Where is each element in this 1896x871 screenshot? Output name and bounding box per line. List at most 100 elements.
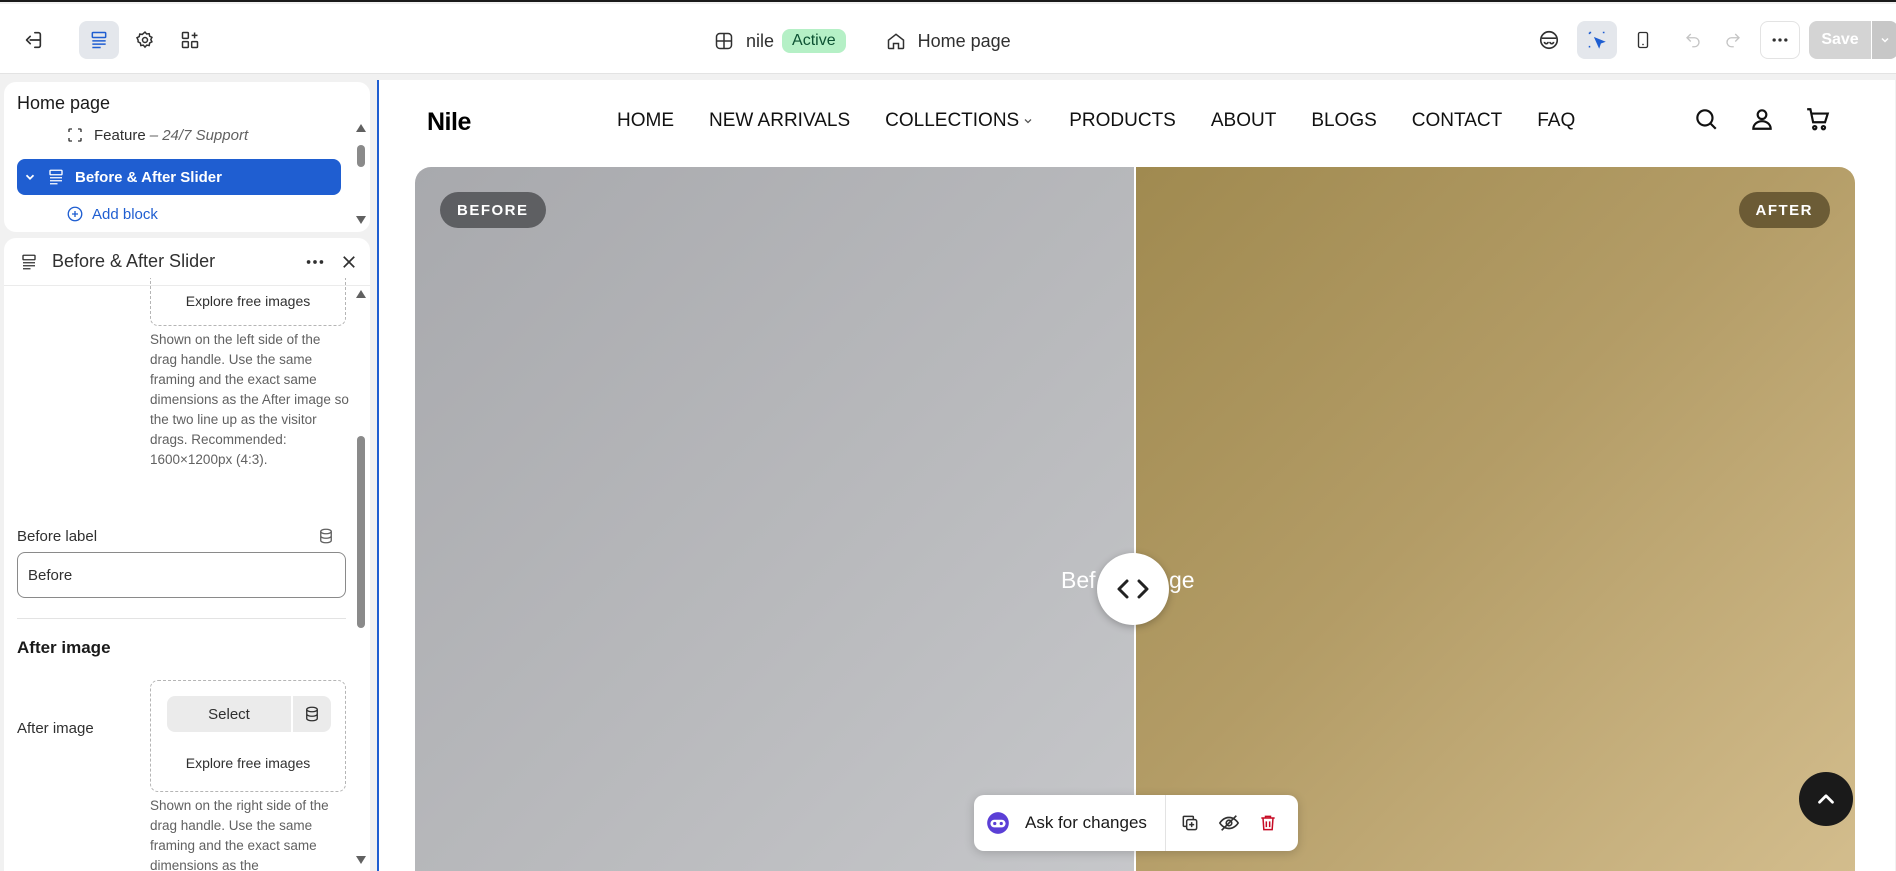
menu-item-contact[interactable]: CONTACT: [1412, 110, 1502, 132]
after-image-help: Shown on the right side of the drag hand…: [150, 798, 329, 871]
store-header: Nile HOME NEW ARRIVALS COLLECTIONS PRODU…: [379, 80, 1895, 168]
close-icon[interactable]: [340, 253, 358, 271]
duplicate-icon[interactable]: [1180, 813, 1200, 833]
chevron-down-icon: [1024, 119, 1032, 124]
redo-icon: [1726, 33, 1740, 48]
scroll-down-icon: [356, 216, 366, 224]
save-options-button[interactable]: [1872, 21, 1896, 59]
cart-icon[interactable]: [1805, 106, 1833, 134]
after-image: ge AFTER: [1135, 167, 1855, 871]
mobile-preview-button[interactable]: [1623, 21, 1663, 59]
after-image-label: After image: [17, 720, 94, 737]
add-block-button[interactable]: Add block: [66, 205, 158, 223]
select-tool-button[interactable]: [1577, 21, 1617, 59]
before-image: Bef BEFORE: [415, 167, 1135, 871]
before-label-input[interactable]: Before: [17, 552, 346, 598]
exit-button[interactable]: [13, 21, 53, 59]
tree-scrollbar[interactable]: [356, 124, 366, 224]
eye-off-icon[interactable]: [1218, 812, 1240, 834]
chevron-down-icon: [25, 174, 35, 180]
tree-item-detail: – 24/7 Support: [149, 126, 249, 144]
after-image-picker: Select Explore free images: [150, 680, 346, 792]
after-image-section-title: After image: [17, 638, 111, 657]
dynamic-source-icon[interactable]: [317, 527, 335, 545]
sections-button[interactable]: [79, 21, 119, 59]
menu-item-new-arrivals[interactable]: NEW ARRIVALS: [709, 110, 850, 132]
select-image-button[interactable]: Select: [167, 696, 291, 732]
scroll-up-icon: [356, 290, 366, 298]
tree-item-before-after-slider[interactable]: Before & After Slider: [17, 159, 341, 195]
chevron-down-icon: [1881, 37, 1889, 43]
more-actions-button[interactable]: [1760, 21, 1800, 59]
cursor-select-icon: [1588, 31, 1606, 49]
scrollbar-thumb[interactable]: [357, 145, 365, 167]
main-menu: HOME NEW ARRIVALS COLLECTIONS PRODUCTS A…: [617, 110, 1610, 132]
theme-name: nile: [746, 30, 775, 51]
menu-item-blogs[interactable]: BLOGS: [1311, 110, 1376, 132]
theme-info[interactable]: nile Active Home page: [714, 26, 1011, 56]
save-group: Save: [1809, 21, 1896, 59]
top-bar: nile Active Home page Save: [0, 4, 1896, 74]
inspector-button[interactable]: [1529, 21, 1569, 59]
add-block-label: Add block: [92, 205, 158, 223]
chevron-up-icon: [1818, 794, 1834, 804]
explore-free-images-link[interactable]: Explore free images: [151, 755, 345, 771]
undo-button[interactable]: [1673, 21, 1713, 59]
slider-divider: [1134, 167, 1136, 871]
tree-item-label: Feature: [94, 126, 146, 144]
dynamic-source-button[interactable]: [293, 696, 331, 732]
before-label-title: Before label: [17, 528, 98, 545]
search-icon[interactable]: [1693, 106, 1721, 134]
before-image-picker: Explore free images: [150, 278, 346, 326]
divider: [17, 618, 346, 619]
settings-scrollbar[interactable]: [356, 290, 366, 871]
scrollbar-thumb[interactable]: [357, 436, 365, 628]
undo-icon: [1686, 33, 1700, 48]
sidebar: Home page Feature – 24/7 Support Before …: [0, 74, 373, 871]
more-horizontal-icon[interactable]: [304, 251, 326, 273]
apps-icon: [181, 31, 199, 49]
tree-item-label: Before & After Slider: [75, 168, 222, 186]
section-tree-panel: Home page Feature – 24/7 Support Before …: [4, 82, 370, 232]
menu-item-products[interactable]: PRODUCTS: [1069, 110, 1176, 132]
dynamic-source-icon: [306, 706, 318, 722]
store-preview: Nile HOME NEW ARRIVALS COLLECTIONS PRODU…: [377, 80, 1895, 871]
scroll-up-icon: [356, 124, 366, 132]
redo-button[interactable]: [1713, 21, 1753, 59]
before-pill: BEFORE: [440, 192, 546, 228]
menu-item-home[interactable]: HOME: [617, 110, 674, 132]
mobile-icon: [1637, 31, 1649, 49]
plus-circle-icon: [67, 206, 83, 222]
before-image-help: Shown on the left side of the drag handl…: [150, 332, 349, 467]
menu-item-collections[interactable]: COLLECTIONS: [885, 110, 1034, 132]
menu-item-about[interactable]: ABOUT: [1211, 110, 1276, 132]
menu-item-label: COLLECTIONS: [885, 110, 1020, 131]
apps-button[interactable]: [170, 21, 210, 59]
menu-item-faq[interactable]: FAQ: [1537, 110, 1575, 132]
trash-icon[interactable]: [1258, 813, 1278, 833]
explore-free-images-link[interactable]: Explore free images: [151, 293, 345, 309]
page-selector[interactable]: Home page: [918, 31, 1011, 52]
section-icon: [49, 169, 63, 185]
sections-icon: [91, 31, 107, 49]
account-icon[interactable]: [1749, 106, 1777, 134]
before-after-slider[interactable]: Bef BEFORE ge AFTER: [415, 167, 1855, 871]
back-to-top-button[interactable]: [1799, 772, 1853, 826]
store-logo[interactable]: Nile: [427, 108, 471, 137]
theme-settings-button[interactable]: [125, 21, 165, 59]
home-icon: [887, 33, 904, 50]
toolbar-divider: [1164, 795, 1166, 851]
header-icons: [1693, 106, 1861, 134]
status-badge: Active: [782, 29, 846, 53]
scroll-down-icon: [356, 856, 366, 864]
section-icon: [22, 254, 36, 270]
block-settings-panel: Before & After Slider Explore free image…: [4, 238, 370, 871]
theme-icon: [715, 32, 733, 50]
ask-for-changes-button[interactable]: Ask for changes: [1025, 813, 1147, 833]
mask-icon: [1539, 30, 1559, 50]
arrows-left-right-icon: [1117, 579, 1149, 599]
slider-handle[interactable]: [1097, 553, 1169, 625]
save-button[interactable]: Save: [1809, 21, 1871, 59]
ai-assistant-icon: [987, 812, 1009, 834]
tree-item-feature[interactable]: Feature – 24/7 Support: [66, 126, 248, 144]
